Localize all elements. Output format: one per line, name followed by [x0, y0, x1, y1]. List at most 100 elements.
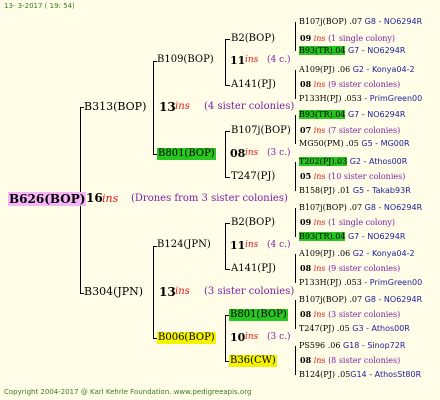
b2a-count: 09: [300, 33, 312, 43]
t247a-ins: ins: [313, 172, 326, 181]
b304-count: 13: [159, 285, 176, 299]
leaf-tail: G8 - NO6294R: [364, 203, 423, 212]
node-b801a: B801(BOP): [157, 148, 216, 160]
b109-note: (4 c.): [267, 55, 291, 65]
node-b2a: B2(BOP): [231, 33, 275, 44]
b109-count: 11: [230, 54, 246, 67]
node-b107a: B107j(BOP): [231, 125, 291, 136]
leaf-tail: G3 - Athos00R: [352, 324, 410, 333]
node-a141a: A141(PJ): [231, 79, 276, 90]
t247a-count: 05: [300, 171, 312, 181]
t247a-stub: [225, 177, 230, 178]
root-count: 16: [86, 191, 103, 205]
leaf-tail: G2 - Konya04-2: [352, 249, 415, 258]
b801a-ins: ins: [245, 148, 259, 158]
b107a-leaf-connector: [295, 115, 296, 144]
leaf-year: .07: [349, 17, 363, 26]
leaf-row: B93(TR).04 G7 - NO6294R: [299, 46, 405, 55]
leaf-name: B93(TR): [299, 46, 333, 55]
node-b313: B313(BOP): [84, 100, 147, 113]
leaf-year: .05: [336, 324, 350, 333]
leaf-year: .04: [332, 46, 346, 55]
leaf-year: .05: [337, 370, 351, 379]
node-t247a: T247(PJ): [231, 171, 276, 182]
root-note: (Drones from 3 sister colonies): [131, 193, 288, 204]
b304-connector: [153, 246, 154, 338]
leaf-tail: G8 - NO6294R: [364, 295, 423, 304]
leaf-name: B124(PJ): [299, 370, 335, 379]
a141b-ins: ins: [313, 264, 326, 273]
b313-note: (4 sister colonies): [204, 101, 295, 112]
a141b-count: 08: [300, 263, 312, 273]
pedigree-chart: 13- 3-2017 ( 19: 54) Copyright 2004-2017…: [0, 0, 440, 400]
b2a-stub: [225, 39, 230, 40]
leaf-tail: G2 - Konya04-2: [352, 65, 415, 74]
a141a-stub: [225, 85, 230, 86]
b304-note: (3 sister colonies): [204, 286, 295, 297]
b313-connector: [153, 61, 154, 154]
leaf-row: A109(PJ) .06 G2 - Konya04-2: [299, 66, 415, 74]
leaf-name: P133H(PJ): [299, 94, 342, 103]
leaf-row: P133H(PJ) .053 - PrimGreen00: [299, 95, 422, 103]
leaf-year: .03: [334, 157, 348, 166]
node-a141b: A141(PJ): [231, 263, 276, 274]
root-queen: B626(BOP): [8, 192, 87, 206]
leaf-row: B107j(BOP) .07 G8 - NO6294R: [299, 296, 422, 304]
leaf-year: .06: [327, 341, 341, 350]
b36-ins: ins: [313, 356, 326, 365]
leaf-year: .06: [337, 65, 351, 74]
leaf-year: .06: [337, 249, 351, 258]
b801a-note: (3 c.): [267, 148, 291, 158]
b36-count: 08: [300, 355, 312, 365]
b801b-ins: ins: [313, 310, 326, 319]
leaf-row: P133H(PJ) .053 - PrimGreen00: [299, 279, 422, 287]
b801b-count: 08: [300, 309, 312, 319]
node-b801b: B801(BOP): [229, 309, 288, 321]
b313-count: 13: [159, 100, 176, 114]
b2b-count: 09: [300, 217, 312, 227]
b109-ins: ins: [245, 55, 259, 65]
leaf-row: PS596 .06 G18 - Sinop72R: [299, 342, 405, 350]
b801a-connector: [225, 131, 226, 177]
leaf-row: B107j(BOP) .07 G8 - NO6294R: [299, 18, 422, 26]
b36-leaf-connector: [295, 346, 296, 375]
leaf-tail: - PrimGreen00: [364, 94, 423, 103]
leaf-name: B158(PJ): [299, 186, 335, 195]
leaf-year: .04: [332, 110, 346, 119]
b2b-ins: ins: [313, 218, 326, 227]
b124-ins: ins: [245, 240, 259, 250]
a141a-note: (9 sister colonies): [328, 80, 401, 89]
b006-connector: [225, 315, 226, 361]
b109-connector: [225, 39, 226, 85]
leaf-name: A109(PJ): [299, 249, 335, 258]
leaf-row: B158(PJ) .01 G5 - Takab93R: [299, 187, 411, 195]
leaf-name: A109(PJ): [299, 65, 335, 74]
node-b124: B124(JPN): [157, 239, 211, 250]
b006-count: 10: [230, 331, 246, 344]
leaf-year: .07: [349, 203, 363, 212]
leaf-year: .07: [349, 295, 363, 304]
t247a-leaf-connector: [295, 162, 296, 191]
leaf-tail: G7 - NO6294R: [347, 232, 406, 241]
a141b-stub: [225, 269, 230, 270]
b107a-stub: [225, 131, 230, 132]
b006-ins: ins: [245, 332, 259, 342]
root-ins: ins: [102, 192, 119, 205]
leaf-year: .01: [337, 186, 351, 195]
b2b-leaf-connector: [295, 208, 296, 237]
leaf-name: B93(TR): [299, 110, 333, 119]
leaf-row: T202(PJ).03 G2 - Athos00R: [299, 157, 407, 166]
b2b-stub: [225, 223, 230, 224]
leaf-year: .05: [346, 139, 359, 148]
b2a-leaf-connector: [295, 22, 296, 51]
b107a-note: (7 sister colonies): [328, 126, 401, 135]
a141a-leaf-connector: [295, 70, 296, 99]
leaf-name: B107j(BOP): [299, 295, 347, 304]
a141b-note: (9 sister colonies): [328, 264, 401, 273]
leaf-name: PS596: [299, 341, 326, 350]
b124-note: (4 c.): [267, 240, 291, 250]
leaf-name: T202(PJ): [299, 157, 335, 166]
leaf-year: .053: [344, 278, 362, 287]
node-b2b: B2(BOP): [231, 217, 275, 228]
leaf-name: MG50(PM): [299, 139, 344, 148]
